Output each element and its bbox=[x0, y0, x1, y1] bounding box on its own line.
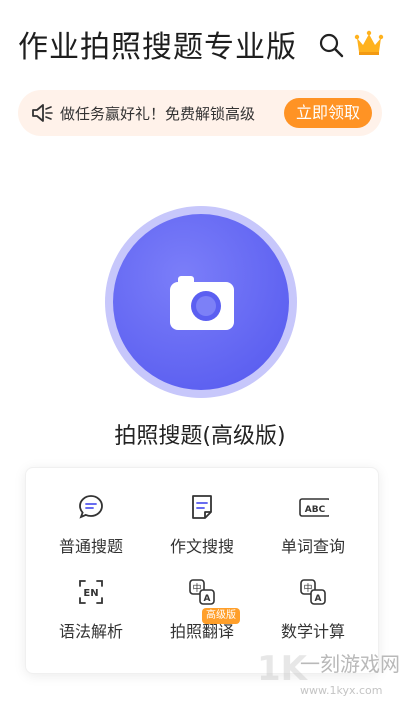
en-icon: EN bbox=[79, 580, 103, 604]
promo-banner[interactable]: 做任务赢好礼！免费解锁高级 立即领取 bbox=[18, 90, 382, 136]
tool-label: 语法解析 bbox=[58, 622, 123, 641]
chat-search-icon bbox=[79, 495, 103, 519]
svg-text:EN: EN bbox=[83, 588, 98, 599]
tool-label: 单词查询 bbox=[280, 537, 345, 556]
translate-icon: 中 A bbox=[189, 579, 215, 605]
tool-essay-search[interactable]: 作文搜搜 bbox=[147, 483, 257, 563]
svg-text:A: A bbox=[204, 594, 211, 604]
abc-icon: ABC bbox=[299, 498, 329, 517]
speaker-icon bbox=[32, 104, 53, 122]
camera-button-inner[interactable] bbox=[113, 214, 289, 390]
claim-button[interactable]: 立即领取 bbox=[283, 98, 372, 128]
translate-icon: 中 A bbox=[300, 579, 326, 605]
document-icon bbox=[192, 495, 212, 519]
watermark-text: 一刻游戏网 bbox=[300, 652, 400, 676]
svg-text:A: A bbox=[315, 594, 322, 604]
search-icon[interactable] bbox=[318, 32, 344, 58]
camera-label: 拍照搜题(高级版) bbox=[114, 424, 286, 449]
watermark-url: www.1kyx.com bbox=[300, 684, 383, 697]
banner-text: 做任务赢好礼！免费解锁高级 bbox=[60, 105, 256, 123]
tool-grammar[interactable]: EN 语法解析 bbox=[36, 568, 146, 648]
tool-label: 作文搜搜 bbox=[169, 537, 234, 556]
tool-normal-search[interactable]: 普通搜题 bbox=[36, 483, 146, 563]
tool-word-lookup[interactable]: ABC 单词查询 bbox=[258, 483, 368, 563]
app-title: 作业拍照搜题专业版 bbox=[18, 30, 297, 65]
tool-photo-translate[interactable]: 中 A 拍照翻译 bbox=[147, 568, 257, 648]
svg-text:ABC: ABC bbox=[305, 505, 326, 515]
camera-button[interactable] bbox=[105, 206, 297, 398]
tool-label: 普通搜题 bbox=[58, 537, 123, 556]
tool-label: 数学计算 bbox=[280, 622, 345, 641]
tool-math[interactable]: 中 A 数学计算 bbox=[258, 568, 368, 648]
premium-badge: 高级版 bbox=[202, 608, 240, 624]
crown-icon[interactable] bbox=[354, 30, 384, 56]
camera-icon bbox=[170, 276, 234, 330]
